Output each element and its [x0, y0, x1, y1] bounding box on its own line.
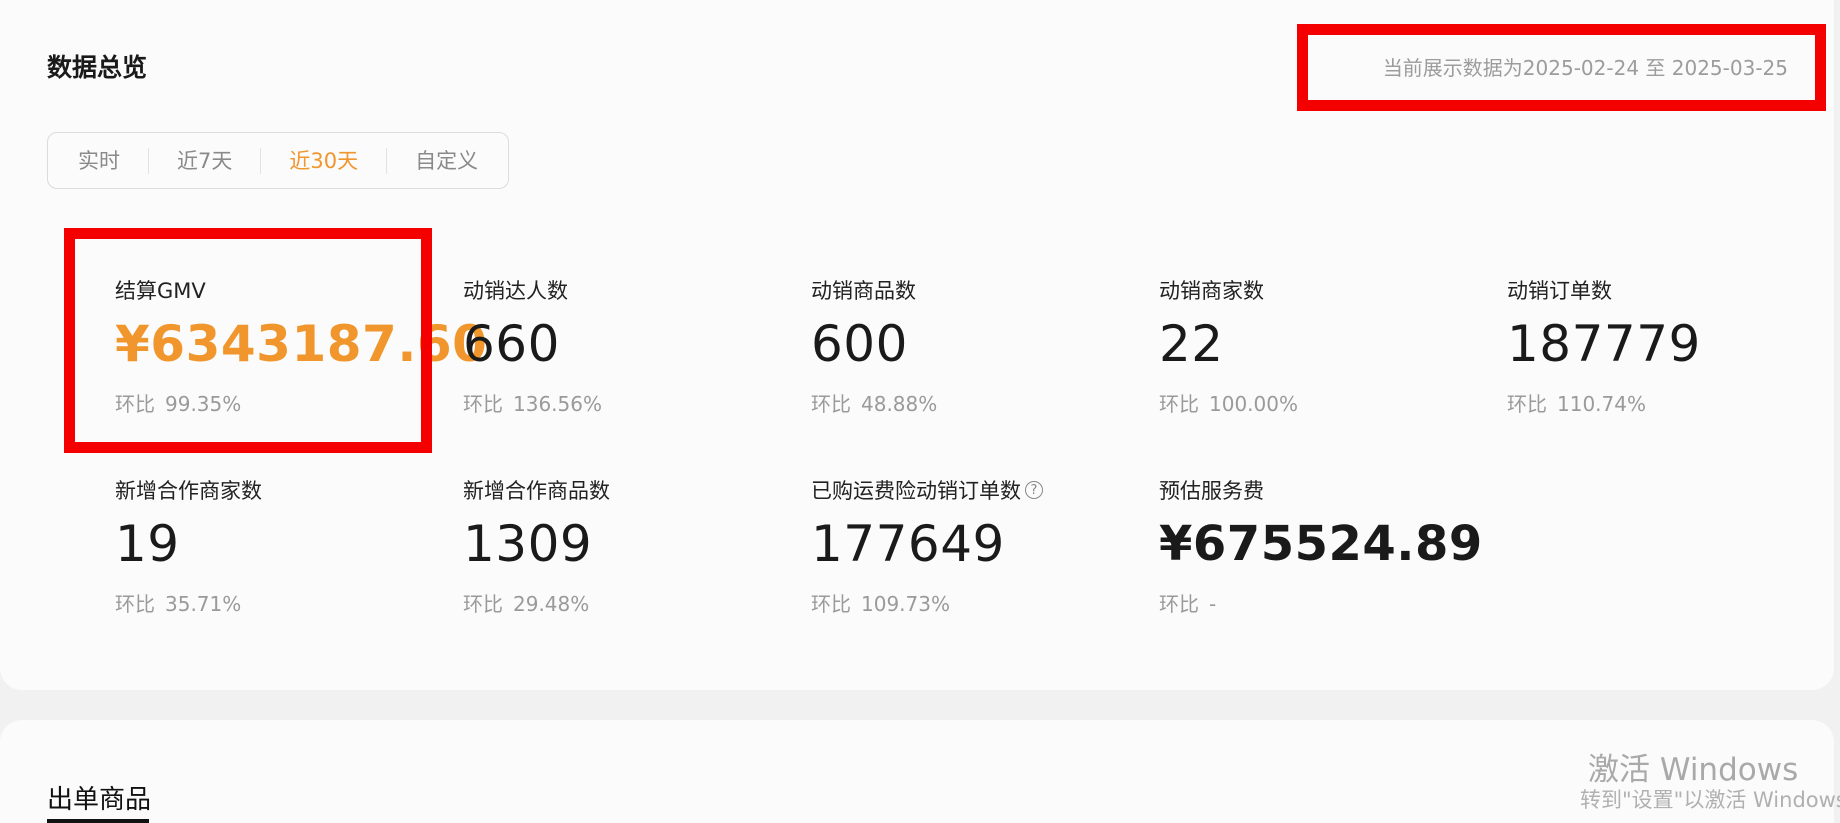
- metric-label: 新增合作商品数: [463, 479, 610, 503]
- metric-compare: 环比 35.71%: [115, 592, 242, 616]
- page: 数据总览 当前展示数据为2025-02-24 至 2025-03-25 实时 近…: [0, 0, 1840, 823]
- metric-value: 600: [811, 315, 908, 373]
- metric-compare: 环比 100.00%: [1159, 392, 1298, 416]
- metric-value: ¥675524.89: [1159, 516, 1483, 572]
- metric-compare: 环比 109.73%: [811, 592, 950, 616]
- time-range-tabs: 实时 近7天 近30天 自定义: [47, 132, 509, 189]
- page-title: 数据总览: [47, 53, 148, 82]
- highlight-box-date-range: [1297, 24, 1826, 111]
- metric-label: 已购运费险动销订单数 ?: [811, 475, 1151, 505]
- metric-active-influencers: 动销达人数 660 环比 136.56%: [463, 275, 803, 417]
- active-tab-underline: [47, 819, 149, 823]
- metric-label: 动销达人数: [463, 279, 568, 303]
- metric-compare: 环比 -: [1159, 592, 1217, 616]
- help-icon[interactable]: ?: [1025, 481, 1043, 499]
- ordered-products-card: [0, 720, 1834, 823]
- metric-label: 动销订单数: [1507, 279, 1612, 303]
- windows-activation-watermark-title: 激活 Windows: [1588, 752, 1799, 788]
- metric-compare: 环比 48.88%: [811, 392, 938, 416]
- metric-value: 660: [463, 315, 560, 373]
- tab-custom[interactable]: 自定义: [386, 147, 506, 174]
- metric-label: 动销商家数: [1159, 279, 1264, 303]
- metric-compare: 环比 136.56%: [463, 392, 602, 416]
- metric-active-orders: 动销订单数 187779 环比 110.74%: [1507, 275, 1840, 417]
- metric-active-merchants: 动销商家数 22 环比 100.00%: [1159, 275, 1499, 417]
- tab-last-7-days[interactable]: 近7天: [148, 147, 260, 174]
- metric-value: 187779: [1507, 315, 1701, 373]
- data-overview-card: 数据总览 当前展示数据为2025-02-24 至 2025-03-25 实时 近…: [0, 0, 1834, 690]
- metric-new-partner-merchants: 新增合作商家数 19 环比 35.71%: [115, 475, 455, 617]
- metric-value: 1309: [463, 515, 593, 573]
- tab-last-30-days[interactable]: 近30天: [260, 147, 386, 174]
- metric-compare: 环比 29.48%: [463, 592, 590, 616]
- tab-realtime[interactable]: 实时: [66, 148, 148, 174]
- metric-active-products: 动销商品数 600 环比 48.88%: [811, 275, 1151, 417]
- metric-estimated-service-fee: 预估服务费 ¥675524.89 环比 -: [1159, 475, 1499, 617]
- highlight-box-gmv: [64, 228, 432, 453]
- metric-label: 动销商品数: [811, 279, 916, 303]
- windows-activation-watermark-subtitle: 转到"设置"以激活 Windows。: [1580, 788, 1840, 812]
- metric-value: 22: [1159, 315, 1224, 373]
- metric-insured-active-orders: 已购运费险动销订单数 ? 177649 环比 109.73%: [811, 475, 1151, 617]
- section-title-ordered-products[interactable]: 出单商品: [47, 779, 151, 816]
- metric-label: 预估服务费: [1159, 479, 1264, 503]
- metric-compare: 环比 110.74%: [1507, 392, 1646, 416]
- metric-value: 177649: [811, 515, 1005, 573]
- metric-new-partner-products: 新增合作商品数 1309 环比 29.48%: [463, 475, 803, 617]
- metric-value: 19: [115, 515, 180, 573]
- metric-label: 新增合作商家数: [115, 479, 262, 503]
